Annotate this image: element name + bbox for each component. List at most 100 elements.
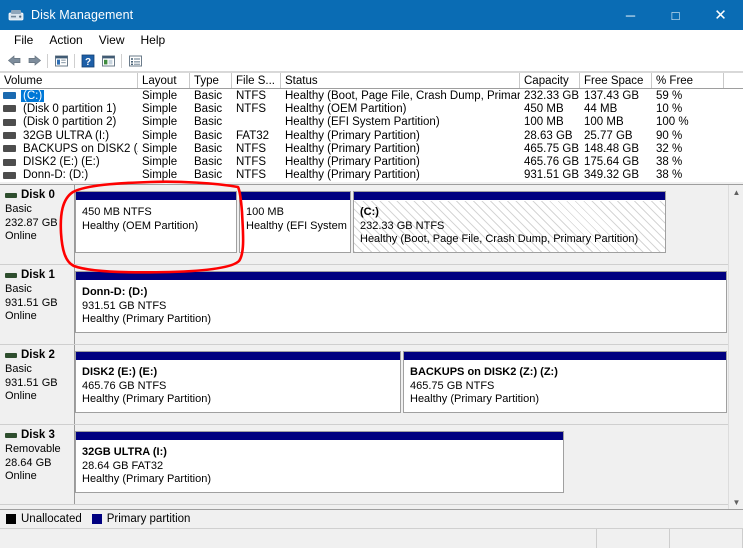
column-header-type[interactable]: Type bbox=[190, 73, 232, 88]
volume-row[interactable]: 32GB ULTRA (I:) Simple Basic FAT32 Healthy (… bbox=[0, 129, 743, 142]
volume-cell-capacity: 931.51 GB bbox=[524, 169, 579, 182]
volume-cell-type: Basic bbox=[194, 102, 223, 115]
volume-list-pane[interactable]: Volume Layout Type File S... Status Capa… bbox=[0, 72, 743, 182]
disk-info-panel[interactable]: Disk 0 Basic 232.87 GB Online bbox=[0, 185, 75, 264]
volume-cell-type: Basic bbox=[194, 116, 223, 129]
volume-row[interactable]: BACKUPS on DISK2 (Z:) (Z:) Simple Basic NTF… bbox=[0, 142, 743, 155]
volume-name-label: DISK2 (E:) (E:) bbox=[23, 156, 100, 169]
disk-management-icon bbox=[8, 7, 24, 23]
partition-size-filesystem: 100 MB bbox=[246, 206, 284, 218]
menu-item-action[interactable]: Action bbox=[41, 31, 90, 49]
volume-row[interactable]: (C:) Simple Basic NTFS Healthy (Boot, Page F… bbox=[0, 89, 743, 102]
volume-cell-status: Healthy (Primary Partition) bbox=[285, 169, 420, 182]
disk-size-label: 931.51 GB bbox=[5, 296, 58, 309]
volume-cell-name: DISK2 (E:) (E:) bbox=[0, 156, 138, 168]
volume-cell-type: Basic bbox=[194, 129, 223, 142]
graph-pane-scrollbar[interactable]: ▲ ▼ bbox=[728, 185, 743, 509]
disk-row[interactable]: Disk 2 Basic 931.51 GB Online DISK2 (E:) (E:… bbox=[0, 345, 743, 425]
disk-info-panel[interactable]: Disk 2 Basic 931.51 GB Online bbox=[0, 345, 75, 424]
partition-block[interactable]: BACKUPS on DISK2 (Z:) (Z:) 465.75 GB NTFS… bbox=[403, 351, 727, 413]
primary-partition-swatch bbox=[91, 514, 102, 524]
show-hide-console-tree-icon[interactable] bbox=[51, 51, 71, 71]
partition-block[interactable]: Donn-D: (D:) 931.51 GB NTFS Healthy (Prima… bbox=[75, 271, 727, 333]
volume-cell-percent-free: 38 % bbox=[656, 156, 683, 169]
disk-row[interactable]: Disk 3 Removable 28.64 GB Online 32GB ULTRA … bbox=[0, 425, 743, 505]
partition-details: Donn-D: (D:) 931.51 GB NTFS Healthy (Prima… bbox=[76, 281, 726, 332]
scroll-up-arrow-icon[interactable]: ▲ bbox=[729, 185, 743, 200]
menu-item-view[interactable]: View bbox=[91, 31, 133, 49]
close-button[interactable]: ✕ bbox=[698, 0, 743, 30]
partition-block[interactable]: (C:) 232.33 GB NTFS Healthy (Boot, Page Fi… bbox=[353, 191, 666, 253]
disk-kind-label: Basic bbox=[5, 363, 32, 375]
disk-drive-icon bbox=[5, 192, 17, 198]
disk-state-label: Online bbox=[5, 310, 37, 322]
partition-size-filesystem: 450 MB NTFS bbox=[82, 206, 152, 218]
disk-info-panel[interactable]: Disk 1 Basic 931.51 GB Online bbox=[0, 265, 75, 344]
column-header-free-space[interactable]: Free Space bbox=[580, 73, 652, 88]
forward-arrow-icon[interactable] bbox=[24, 51, 44, 71]
disk-info-panel[interactable]: Disk 3 Removable 28.64 GB Online bbox=[0, 425, 75, 504]
help-icon[interactable]: ? bbox=[78, 51, 98, 71]
disk-state-label: Online bbox=[5, 390, 37, 402]
menu-item-help[interactable]: Help bbox=[133, 31, 174, 49]
partition-details: (C:) 232.33 GB NTFS Healthy (Boot, Page Fi… bbox=[354, 201, 665, 252]
partition-block[interactable]: 32GB ULTRA (I:) 28.64 GB FAT32 Healthy (Pr… bbox=[75, 431, 564, 493]
partition-details: 450 MB NTFS Healthy (OEM Partition) bbox=[76, 201, 236, 252]
toolbar-separator bbox=[47, 53, 48, 68]
partition-block[interactable]: 450 MB NTFS Healthy (OEM Partition) bbox=[75, 191, 237, 253]
partition-size-filesystem: 465.75 GB NTFS bbox=[410, 379, 495, 392]
partition-label: (C:) bbox=[360, 206, 379, 218]
partition-health-status: Healthy (Primary Partition) bbox=[82, 393, 211, 405]
properties-icon[interactable] bbox=[98, 51, 118, 71]
svg-text:?: ? bbox=[85, 57, 91, 68]
column-header-capacity[interactable]: Capacity bbox=[520, 73, 580, 88]
maximize-button[interactable]: □ bbox=[653, 0, 698, 30]
column-header-filler bbox=[724, 73, 743, 88]
partition-block[interactable]: 100 MBHealthy (EFI System Part bbox=[239, 191, 351, 253]
list-view-icon[interactable] bbox=[125, 51, 145, 71]
title-bar: Disk Management ─ □ ✕ bbox=[0, 0, 743, 30]
volume-drive-icon bbox=[3, 171, 16, 179]
disk-name-label: Disk 3 bbox=[21, 429, 55, 441]
volume-drive-icon bbox=[3, 132, 16, 140]
unallocated-swatch bbox=[6, 514, 16, 524]
volume-cell-type: Basic bbox=[194, 142, 223, 155]
partition-details: DISK2 (E:) (E:) 465.76 GB NTFS Healthy (Pr… bbox=[76, 361, 400, 412]
column-header-volume[interactable]: Volume bbox=[0, 73, 138, 88]
disk-row[interactable]: Disk 0 Basic 232.87 GB Online 450 MB NTFS Hea… bbox=[0, 185, 743, 265]
volume-cell-status: Healthy (Primary Partition) bbox=[285, 156, 420, 169]
partition-block[interactable]: DISK2 (E:) (E:) 465.76 GB NTFS Healthy (Pr… bbox=[75, 351, 401, 413]
volume-cell-type: Basic bbox=[194, 89, 223, 102]
volume-cell-layout: Simple bbox=[142, 142, 178, 155]
disk-title: Disk 3 bbox=[5, 429, 74, 441]
volume-cell-name: (Disk 0 partition 1) bbox=[0, 103, 138, 115]
disk-state-label: Online bbox=[5, 230, 37, 242]
volume-cell-type: Basic bbox=[194, 156, 223, 169]
column-header-layout[interactable]: Layout bbox=[138, 73, 190, 88]
partition-label: BACKUPS on DISK2 (Z:) (Z:) bbox=[410, 366, 558, 378]
volume-cell-capacity: 232.33 GB bbox=[524, 89, 579, 102]
column-header-percent-free[interactable]: % Free bbox=[652, 73, 724, 88]
volume-cell-free-space: 349.32 GB bbox=[584, 169, 639, 182]
window-controls: ─ □ ✕ bbox=[608, 0, 743, 30]
volume-cell-free-space: 148.48 GB bbox=[584, 142, 639, 155]
disk-size-label: 28.64 GB bbox=[5, 456, 52, 469]
volume-row[interactable]: Donn-D: (D:) Simple Basic NTFS Healthy (Prim… bbox=[0, 169, 743, 182]
menu-item-file[interactable]: File bbox=[6, 31, 41, 49]
column-header-file-system[interactable]: File S... bbox=[232, 73, 281, 88]
volume-row[interactable]: (Disk 0 partition 2) Simple Basic Healthy (… bbox=[0, 116, 743, 129]
partition-details: BACKUPS on DISK2 (Z:) (Z:) 465.75 GB NTFS… bbox=[404, 361, 726, 412]
volume-cell-file-system: NTFS bbox=[236, 169, 267, 182]
back-arrow-icon[interactable] bbox=[4, 51, 24, 71]
volume-row[interactable]: DISK2 (E:) (E:) Simple Basic NTFS Healthy (P… bbox=[0, 155, 743, 168]
legend-item-primary-partition: Primary partition bbox=[91, 513, 190, 525]
volume-row[interactable]: (Disk 0 partition 1) Simple Basic NTFS Healt… bbox=[0, 102, 743, 115]
disk-drive-icon bbox=[5, 352, 17, 358]
volume-cell-layout: Simple bbox=[142, 89, 178, 102]
scroll-down-arrow-icon[interactable]: ▼ bbox=[729, 495, 743, 509]
partition-area: DISK2 (E:) (E:) 465.76 GB NTFS Healthy (Pr… bbox=[75, 345, 743, 424]
volume-cell-name: 32GB ULTRA (I:) bbox=[0, 130, 138, 142]
column-header-status[interactable]: Status bbox=[281, 73, 520, 88]
minimize-button[interactable]: ─ bbox=[608, 0, 653, 30]
disk-row[interactable]: Disk 1 Basic 931.51 GB Online Donn-D: (D:) 93… bbox=[0, 265, 743, 345]
